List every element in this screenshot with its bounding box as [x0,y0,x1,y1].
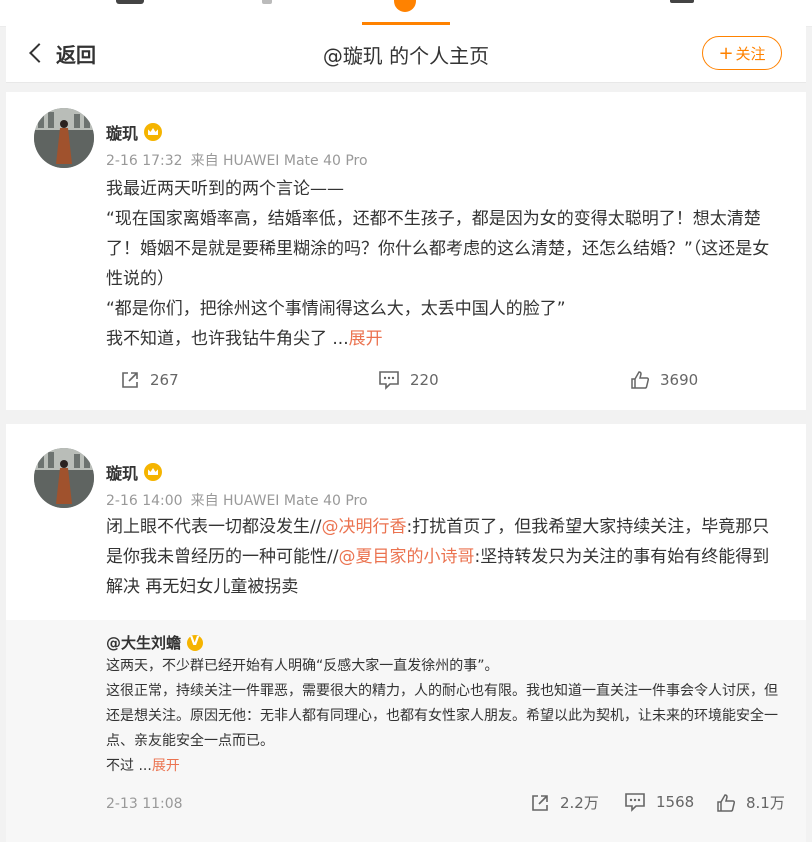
repost-actions: 2.2万 1568 8.1万 [6,792,806,822]
post-paragraph: 闭上眼不代表一切都没发生//@决明行香:打扰首页了，但我希望大家持续关注，毕竟那… [106,512,786,602]
reposted-content[interactable]: @大生刘蟾 这两天，不少群已经开始有人明确“反感大家一直发徐州的事”。 这很正常… [6,620,806,842]
post-meta: 2-16 17:32 来自 HUAWEI Mate 40 Pro [106,150,368,170]
comment-icon [625,793,645,812]
thumbs-up-icon [717,793,736,812]
repost-count: 2.2万 [560,794,599,812]
share-icon [122,372,138,388]
post-line: “都是你们，把徐州这个事情闹得这么大，太丢中国人的脸了” [106,299,566,319]
like-count: 8.1万 [746,794,785,812]
repost-text: 这两天，不少群已经开始有人明确“反感大家一直发徐州的事”。 这很正常，持续关注一… [106,654,786,779]
crown-icon [144,463,163,481]
post-text: 闭上眼不代表一切都没发生//@决明行香:打扰首页了，但我希望大家持续关注，毕竟那… [106,512,786,602]
crown-icon [144,123,163,141]
post-line: 我不知道，也许我钻牛角尖了 ...展开 [106,324,786,354]
comment-button[interactable]: 1568 [624,792,694,812]
author-name[interactable]: 璇玑 [106,120,163,144]
follow-button[interactable]: + 关注 [702,36,782,70]
active-tab-indicator [362,22,450,25]
like-count: 3690 [660,371,699,389]
expand-link[interactable]: 展开 [349,329,383,349]
weibo-post: 璇玑 2-16 17:32 来自 HUAWEI Mate 40 Pro 我最近两天… [6,92,806,410]
profile-header: 返回 @璇玑 的个人主页 + 关注 [6,26,806,83]
top-tab-strip [0,0,812,27]
repost-line: 这很正常，持续关注一件罪恶，需要很大的精力，人的耐心也有限。我也知道一直关注一件… [106,683,778,749]
weibo-post: 璇玑 2-16 14:00 来自 HUAWEI Mate 40 Pro 闭上眼不代… [6,424,806,842]
post-line: 我最近两天听到的两个言论—— [106,179,344,199]
follow-label: 关注 [735,44,766,63]
post-source: 来自 HUAWEI Mate 40 Pro [190,153,368,169]
repost-button[interactable]: 267 [120,370,179,390]
repost-author[interactable]: @大生刘蟾 [106,632,204,653]
ellipsis: ... [332,329,349,349]
thumbs-up-icon [631,371,650,389]
ellipsis: ... [138,758,152,774]
tab-icon-partial[interactable] [262,0,272,4]
repost-button[interactable]: 2.2万 [530,792,599,813]
author-name-text[interactable]: 璇玑 [106,120,138,144]
tab-icon-partial[interactable] [670,0,694,3]
comment-count: 1568 [656,793,695,811]
avatar[interactable] [34,448,94,508]
mention-link[interactable]: @决明行香 [321,517,406,537]
post-meta: 2-16 14:00 来自 HUAWEI Mate 40 Pro [106,490,368,510]
author-name-text[interactable]: 璇玑 [106,460,138,484]
post-actions: 267 220 3690 [6,370,806,400]
repost-line: 不过 ...展开 [106,754,786,779]
repost-author-text[interactable]: @大生刘蟾 [106,632,181,653]
comment-icon [379,371,399,390]
repost-count: 267 [150,371,179,389]
post-line: “现在国家离婚率高，结婚率低，还都不生孩子，都是因为女的变得太聪明了！想太清楚了… [106,209,770,289]
post-time[interactable]: 2-16 17:32 [106,153,183,169]
comment-count: 220 [410,371,439,389]
like-button[interactable]: 8.1万 [716,792,785,813]
page-title: @璇玑 的个人主页 [322,44,490,68]
like-button[interactable]: 3690 [630,370,698,390]
post-last-line: 我不知道，也许我钻牛角尖了 [106,329,327,349]
home-tab-icon[interactable] [394,0,416,12]
mention-link[interactable]: @夏目家的小诗哥 [338,547,474,567]
share-icon [532,794,548,811]
expand-link[interactable]: 展开 [152,758,180,774]
post-source: 来自 HUAWEI Mate 40 Pro [190,493,368,509]
repost-last-line: 不过 [106,758,134,774]
avatar[interactable] [34,108,94,168]
verified-icon [187,634,204,651]
author-name[interactable]: 璇玑 [106,460,163,484]
post-time[interactable]: 2-16 14:00 [106,493,183,509]
plus-icon: + [718,42,734,64]
comment-button[interactable]: 220 [378,370,439,390]
repost-line: 这两天，不少群已经开始有人明确“反感大家一直发徐州的事”。 [106,658,499,674]
text-segment: 闭上眼不代表一切都没发生// [106,517,322,537]
tab-icon-partial[interactable] [116,0,144,4]
post-text: 我最近两天听到的两个言论—— “现在国家离婚率高，结婚率低，还都不生孩子，都是因… [106,174,786,354]
